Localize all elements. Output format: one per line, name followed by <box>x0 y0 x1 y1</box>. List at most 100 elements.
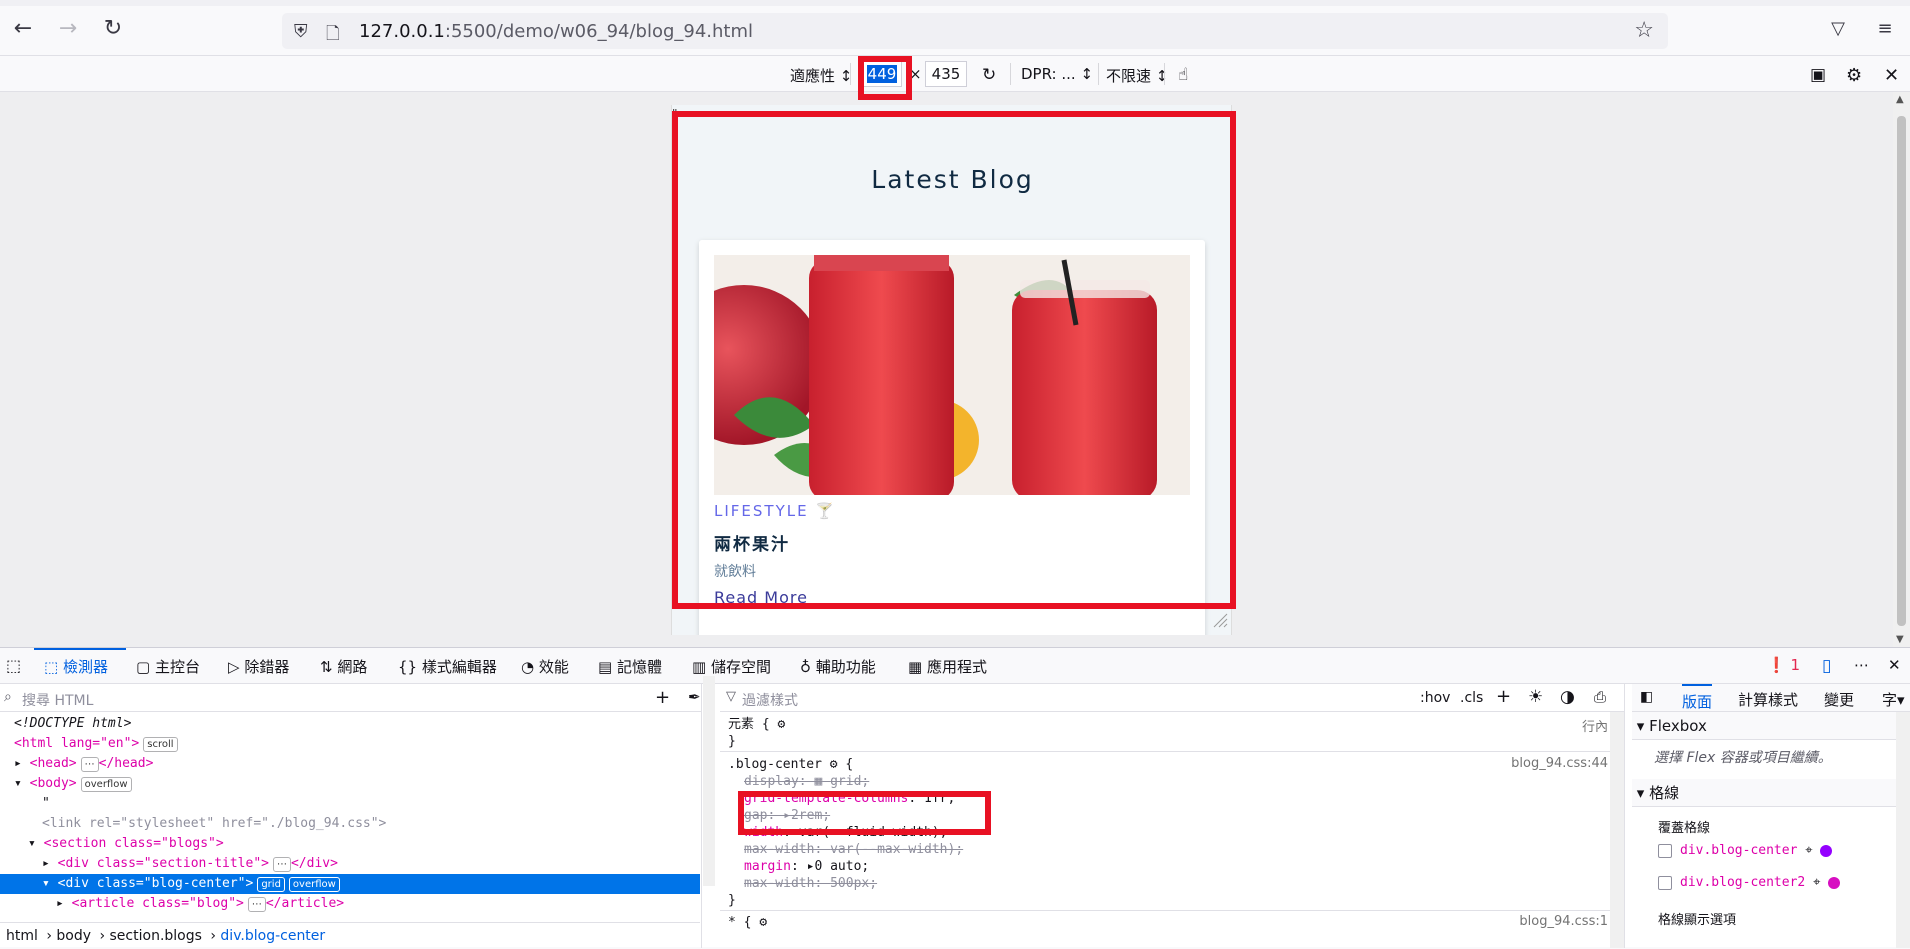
tab-fonts[interactable]: 字▾ <box>1882 689 1905 710</box>
filter-styles-input[interactable]: 過濾樣式 <box>742 690 798 710</box>
scroll-up-icon[interactable]: ▲ <box>1896 94 1904 105</box>
eyedropper-icon[interactable]: ✒ <box>688 688 701 706</box>
grid-section-header[interactable]: ▾ 格線 <box>1632 779 1910 807</box>
viewport-scrollbar[interactable]: ▲ ▼ <box>1893 92 1910 647</box>
url-bar[interactable]: ⛨ 🗋 127.0.0.1:5500/demo/w06_94/blog_94.h… <box>282 13 1668 49</box>
element-rule-selector[interactable]: 元素 { ⚙ <box>728 716 785 733</box>
toggle-sidebar-icon[interactable]: ◧ <box>1640 689 1653 705</box>
tree-node-blog-center[interactable]: ▾ <div class="blog-center"> grid overflow <box>0 874 700 894</box>
rules-scrollbar[interactable] <box>1610 712 1624 948</box>
scroll-badge[interactable]: scroll <box>143 737 178 752</box>
layout-scrollbar[interactable] <box>1896 712 1910 948</box>
touch-simulation-icon[interactable]: ☝ <box>1178 65 1188 85</box>
tree-node-head[interactable]: ▸ <head> ⋯ </head> <box>0 754 700 774</box>
tab-accessibility[interactable]: ♁ 輔助功能 <box>800 656 876 677</box>
ellipsis-badge[interactable]: ⋯ <box>247 897 266 912</box>
close-rdm-icon[interactable]: ✕ <box>1884 65 1899 86</box>
overflow-badge[interactable]: overflow <box>80 777 132 792</box>
device-selector[interactable]: 適應性 ↕ <box>790 65 852 86</box>
rule-source-link[interactable]: blog_94.css:44 <box>1511 756 1608 771</box>
target-icon[interactable]: ⌖ <box>1813 875 1820 890</box>
overflow-badge[interactable]: overflow <box>288 877 340 892</box>
settings-gear-icon[interactable]: ⚙ <box>1846 65 1862 86</box>
tree-node-html[interactable]: <html lang="en"> scroll <box>0 734 700 754</box>
cls-toggle[interactable]: .cls <box>1460 690 1483 706</box>
rule-selector[interactable]: .blog-center ⚙ { <box>728 756 853 773</box>
star-rule-selector[interactable]: * { ⚙ <box>728 914 767 931</box>
rule-source-link[interactable]: blog_94.css:1 <box>1519 914 1608 929</box>
screenshot-icon[interactable]: ▣ <box>1810 65 1826 85</box>
breadcrumb-item[interactable]: section.blogs <box>110 928 202 944</box>
grid-overlay-checkbox[interactable] <box>1658 875 1672 890</box>
tree-node-body[interactable]: ▾ <body> overflow <box>0 774 700 794</box>
back-arrow-icon[interactable]: ← <box>10 15 36 41</box>
gear-icon[interactable]: ⚙ <box>759 915 767 930</box>
tab-debugger[interactable]: ▷ 除錯器 <box>228 656 289 677</box>
dark-scheme-icon[interactable]: ◑ <box>1560 687 1575 707</box>
viewport-height-input[interactable]: 435 <box>925 61 967 87</box>
tab-layout[interactable]: 版面 <box>1682 684 1713 712</box>
grid-overlay-item[interactable]: div.blog-center ⌖ <box>1658 843 1833 858</box>
grid-overlay-checkbox[interactable] <box>1658 843 1672 858</box>
tree-node-text[interactable]: " <box>0 794 700 814</box>
dpr-selector[interactable]: DPR: ... ↕ <box>1021 65 1093 83</box>
target-icon[interactable]: ⌖ <box>1805 843 1812 858</box>
element-picker-icon[interactable]: ⬚ <box>6 656 21 675</box>
declaration-max-width-2[interactable]: max-width: 500px; <box>728 875 877 892</box>
print-media-icon[interactable]: ⎙ <box>1594 688 1606 706</box>
tab-network[interactable]: ⇅ 網路 <box>320 656 367 677</box>
tree-node-link[interactable]: <link rel="stylesheet" href="./blog_94.c… <box>0 814 700 834</box>
breadcrumb-item-active[interactable]: div.blog-center <box>220 928 325 944</box>
declaration-display[interactable]: display: ▦ grid; <box>728 773 869 790</box>
breadcrumb-item[interactable]: html <box>6 928 38 944</box>
breadcrumb-item[interactable]: body <box>56 928 91 944</box>
tree-node-section-title[interactable]: ▸ <div class="section-title"> ⋯ </div> <box>0 854 700 874</box>
ellipsis-badge[interactable]: ⋯ <box>80 757 99 772</box>
add-rule-icon[interactable]: + <box>1496 686 1511 707</box>
declaration-margin[interactable]: margin: ▸0 auto; <box>728 858 869 875</box>
tab-changes[interactable]: 變更 <box>1824 689 1854 710</box>
add-node-icon[interactable]: + <box>655 687 670 708</box>
html-search-input[interactable]: 搜尋 HTML <box>22 690 93 710</box>
menu-icon[interactable]: ≡ <box>1872 15 1898 41</box>
url-text[interactable]: 127.0.0.1:5500/demo/w06_94/blog_94.html <box>359 21 753 42</box>
gear-icon[interactable]: ⚙ <box>777 717 785 732</box>
throttle-selector[interactable]: 不限速 ↕ <box>1106 65 1168 86</box>
tree-node-doctype[interactable]: <!DOCTYPE html> <box>0 714 700 734</box>
light-scheme-icon[interactable]: ☀ <box>1528 687 1543 707</box>
more-options-icon[interactable]: ⋯ <box>1854 656 1869 674</box>
ellipsis-badge[interactable]: ⋯ <box>272 857 291 872</box>
tab-application[interactable]: ▦ 應用程式 <box>908 656 987 677</box>
tab-style-editor[interactable]: {} 樣式編輯器 <box>398 656 497 677</box>
declaration-max-width[interactable]: max-width: var(--max-width); <box>728 841 963 858</box>
close-devtools-icon[interactable]: ✕ <box>1888 656 1901 674</box>
tab-storage[interactable]: ▥ 儲存空間 <box>692 656 771 677</box>
viewport-resize-handle[interactable] <box>1212 612 1228 628</box>
rotate-icon[interactable]: ↻ <box>982 65 996 85</box>
grid-badge[interactable]: grid <box>257 877 285 892</box>
gear-icon[interactable]: ⚙ <box>830 757 838 772</box>
tree-node-section[interactable]: ▾ <section class="blogs"> <box>0 834 700 854</box>
markup-scrollbar[interactable] <box>703 676 715 886</box>
hov-toggle[interactable]: :hov <box>1420 690 1450 706</box>
error-counter[interactable]: ❗ 1 <box>1767 656 1800 674</box>
reload-icon[interactable]: ↻ <box>100 15 126 41</box>
scrollbar-thumb[interactable] <box>1897 116 1906 626</box>
grid-overlay-item[interactable]: div.blog-center2 ⌖ <box>1658 875 1841 890</box>
forward-arrow-icon[interactable]: → <box>55 15 81 41</box>
grid-color-swatch[interactable] <box>1820 844 1833 857</box>
grid-icon[interactable]: ▦ <box>814 774 822 789</box>
shield-icon[interactable]: ⛨ <box>294 21 308 42</box>
responsive-mode-icon[interactable]: ▯ <box>1822 656 1831 676</box>
flexbox-section-header[interactable]: ▾ Flexbox <box>1632 712 1910 740</box>
grid-color-swatch[interactable] <box>1828 876 1841 889</box>
bookmark-star-icon[interactable]: ☆ <box>1634 18 1654 43</box>
tab-performance[interactable]: ◔ 效能 <box>521 656 569 677</box>
pocket-icon[interactable]: ▽ <box>1825 15 1851 41</box>
tab-inspector[interactable]: ⬚ 檢測器 <box>44 656 108 677</box>
tab-memory[interactable]: ▤ 記憶體 <box>598 656 662 677</box>
scroll-down-icon[interactable]: ▼ <box>1896 634 1904 645</box>
tab-computed[interactable]: 計算樣式 <box>1738 689 1798 710</box>
tree-node-article[interactable]: ▸ <article class="blog"> ⋯ </article> <box>0 894 700 914</box>
tab-console[interactable]: ▢ 主控台 <box>136 656 200 677</box>
